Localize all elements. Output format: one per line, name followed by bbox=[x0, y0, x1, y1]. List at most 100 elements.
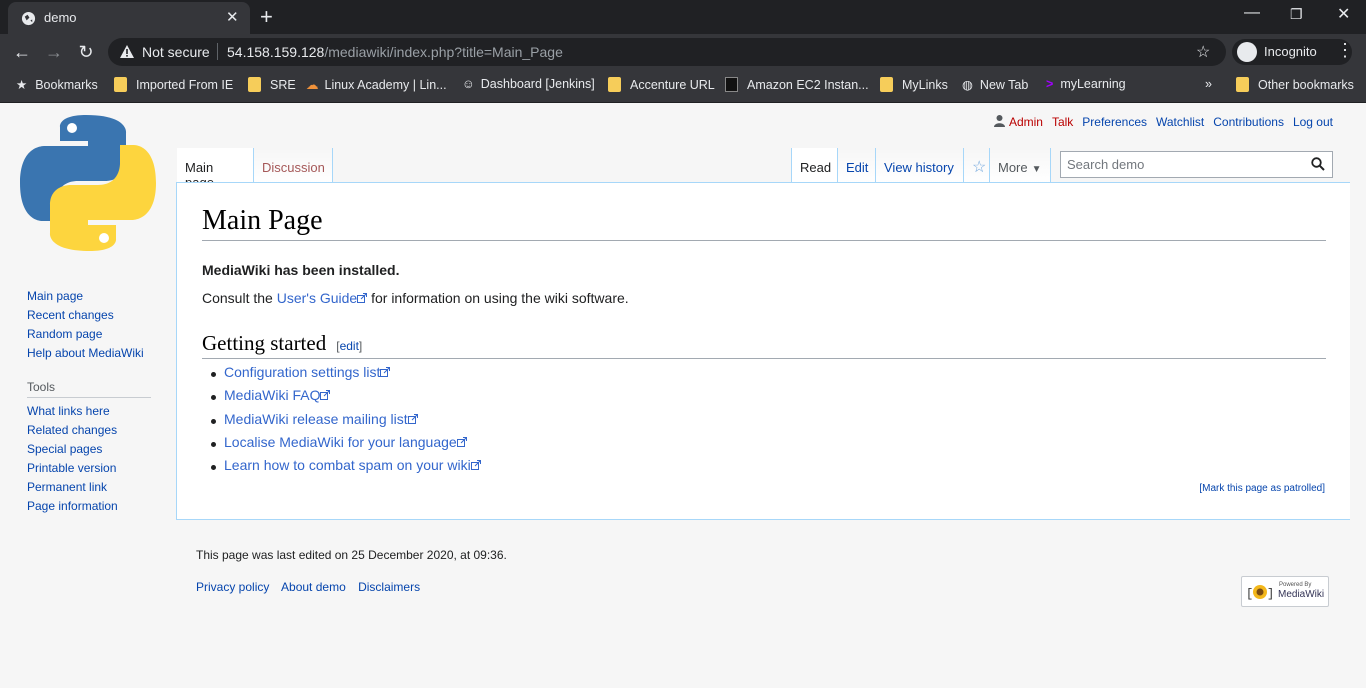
list-item: Configuration settings list bbox=[211, 364, 481, 387]
sidebar-item-related-changes[interactable]: Related changes bbox=[27, 421, 118, 440]
list-item: Localise MediaWiki for your language bbox=[211, 434, 481, 457]
bookmark-folder[interactable]: SRE bbox=[248, 77, 296, 92]
faq-link[interactable]: MediaWiki FAQ bbox=[224, 387, 320, 403]
talk-link[interactable]: Talk bbox=[1052, 115, 1073, 129]
external-link-icon bbox=[407, 413, 418, 424]
logout-link[interactable]: Log out bbox=[1293, 115, 1333, 129]
minimize-icon[interactable]: — bbox=[1244, 4, 1260, 22]
more-menu[interactable]: More ▼ bbox=[990, 148, 1051, 183]
about-link[interactable]: About demo bbox=[281, 580, 346, 594]
browser-tab[interactable]: demo ✕ bbox=[8, 2, 250, 34]
close-window-icon[interactable]: ✕ bbox=[1337, 4, 1350, 24]
jenkins-icon: ☺ bbox=[462, 77, 475, 91]
globe-icon bbox=[21, 11, 36, 26]
folder-icon bbox=[880, 77, 893, 92]
not-secure-label[interactable]: Not secure bbox=[142, 44, 210, 60]
sidebar-navigation: Main page Recent changes Random page Hel… bbox=[27, 287, 144, 363]
python-logo[interactable] bbox=[16, 111, 160, 255]
user-icon bbox=[993, 115, 1005, 127]
restore-icon[interactable]: ❐ bbox=[1290, 6, 1303, 23]
users-guide-link[interactable]: User's Guide bbox=[277, 290, 357, 306]
contributions-link[interactable]: Contributions bbox=[1213, 115, 1284, 129]
url-host: 54.158.159.128 bbox=[227, 44, 325, 60]
personal-tools: Admin Talk Preferences Watchlist Contributio… bbox=[993, 115, 1333, 129]
sidebar-item-permanent-link[interactable]: Permanent link bbox=[27, 478, 118, 497]
external-link-icon bbox=[470, 460, 481, 471]
mylearning-icon: > bbox=[1046, 77, 1054, 91]
tab-view-history[interactable]: View history bbox=[876, 148, 964, 183]
tab-edit[interactable]: Edit bbox=[838, 148, 876, 183]
folder-icon bbox=[608, 77, 621, 92]
bookmark-link[interactable]: ☁ Linux Academy | Lin... bbox=[306, 77, 447, 92]
bookmark-star-icon[interactable]: ☆ bbox=[1196, 42, 1210, 62]
bookmark-folder[interactable]: MyLinks bbox=[880, 77, 948, 92]
user-page-link[interactable]: Admin bbox=[1009, 115, 1043, 129]
sidebar-item-main-page[interactable]: Main page bbox=[27, 287, 144, 306]
patrol-notice: [Mark this page as patrolled] bbox=[1199, 483, 1325, 494]
bookmarks-bar: ★ Bookmarks Imported From IE SRE ☁ Linux A… bbox=[0, 70, 1366, 103]
footer-links: Privacy policy About demo Disclaimers bbox=[196, 580, 429, 594]
sidebar-item-help[interactable]: Help about MediaWiki bbox=[27, 344, 144, 363]
section-edit: [edit] bbox=[336, 339, 363, 353]
folder-icon bbox=[114, 77, 127, 92]
reload-icon[interactable]: ↻ bbox=[75, 41, 97, 63]
globe-icon: ◍ bbox=[962, 78, 973, 92]
new-tab-button[interactable]: + bbox=[260, 4, 273, 30]
watchlist-link[interactable]: Watchlist bbox=[1156, 115, 1204, 129]
bookmark-apps[interactable]: ★ Bookmarks bbox=[16, 77, 98, 92]
more-bookmarks-button[interactable]: » bbox=[1205, 77, 1212, 91]
sidebar-item-what-links-here[interactable]: What links here bbox=[27, 402, 118, 421]
other-bookmarks[interactable]: Other bookmarks bbox=[1236, 77, 1354, 92]
search-input[interactable]: Search demo bbox=[1060, 151, 1333, 178]
bookmark-folder[interactable]: Imported From IE bbox=[114, 77, 233, 92]
powered-by-mediawiki-badge[interactable]: [] Powered By MediaWiki bbox=[1241, 576, 1329, 607]
list-item: Learn how to combat spam on your wiki bbox=[211, 457, 481, 480]
server-icon bbox=[725, 77, 738, 92]
sidebar-item-page-information[interactable]: Page information bbox=[27, 497, 118, 516]
tab-read[interactable]: Read bbox=[791, 148, 838, 183]
sidebar-item-random-page[interactable]: Random page bbox=[27, 325, 144, 344]
privacy-policy-link[interactable]: Privacy policy bbox=[196, 580, 269, 594]
back-icon[interactable]: ← bbox=[11, 41, 33, 63]
star-icon: ★ bbox=[16, 78, 28, 92]
sidebar-item-recent-changes[interactable]: Recent changes bbox=[27, 306, 144, 325]
bookmark-folder[interactable]: Accenture URL bbox=[608, 77, 715, 92]
browser-tab-strip: demo ✕ + — ❐ ✕ bbox=[0, 0, 1366, 34]
localise-link[interactable]: Localise MediaWiki for your language bbox=[224, 434, 457, 450]
bookmark-link[interactable]: > myLearning bbox=[1046, 77, 1126, 91]
address-bar[interactable]: Not secure 54.158.159.128/mediawiki/inde… bbox=[108, 38, 1226, 66]
tab-title: demo bbox=[44, 10, 77, 25]
search-icon[interactable] bbox=[1311, 157, 1325, 171]
svg-text:]: ] bbox=[1267, 587, 1274, 601]
content-area: Main Page MediaWiki has been installed. … bbox=[176, 182, 1350, 520]
preferences-link[interactable]: Preferences bbox=[1082, 115, 1147, 129]
watch-star-icon[interactable]: ☆ bbox=[964, 148, 990, 183]
mark-patrolled-link[interactable]: [Mark this page as patrolled] bbox=[1199, 483, 1325, 494]
getting-started-list: Configuration settings list MediaWiki FA… bbox=[211, 364, 481, 480]
incognito-badge[interactable]: Incognito bbox=[1232, 39, 1352, 65]
page-title: Main Page bbox=[202, 205, 1326, 241]
browser-toolbar: ← → ↻ Not secure 54.158.159.128/mediawik… bbox=[0, 34, 1366, 70]
config-settings-link[interactable]: Configuration settings list bbox=[224, 364, 380, 380]
close-tab-icon[interactable]: ✕ bbox=[226, 8, 239, 26]
forward-icon[interactable]: → bbox=[43, 41, 65, 63]
mailing-list-link[interactable]: MediaWiki release mailing list bbox=[224, 411, 408, 427]
combat-spam-link[interactable]: Learn how to combat spam on your wiki bbox=[224, 457, 471, 473]
search-placeholder: Search demo bbox=[1067, 157, 1145, 172]
tab-discussion[interactable]: Discussion bbox=[254, 148, 333, 183]
sidebar-item-printable-version[interactable]: Printable version bbox=[27, 459, 118, 478]
tab-main-page[interactable]: Main page bbox=[177, 148, 254, 190]
bookmark-link[interactable]: ◍ New Tab bbox=[962, 77, 1028, 92]
browser-menu-icon[interactable]: ⋮ bbox=[1336, 40, 1354, 61]
tools-heading: Tools bbox=[27, 380, 151, 398]
external-link-icon bbox=[357, 293, 368, 303]
consult-paragraph: Consult the User's Guide for information… bbox=[202, 290, 629, 306]
disclaimers-link[interactable]: Disclaimers bbox=[358, 580, 420, 594]
edit-section-link[interactable]: edit bbox=[340, 339, 359, 353]
svg-text:[: [ bbox=[1246, 587, 1253, 601]
external-link-icon bbox=[380, 367, 391, 377]
bookmark-link[interactable]: ☺ Dashboard [Jenkins] bbox=[462, 77, 595, 91]
bookmark-link[interactable]: Amazon EC2 Instan... bbox=[725, 77, 869, 92]
sidebar-item-special-pages[interactable]: Special pages bbox=[27, 440, 118, 459]
list-item: MediaWiki FAQ bbox=[211, 387, 481, 410]
